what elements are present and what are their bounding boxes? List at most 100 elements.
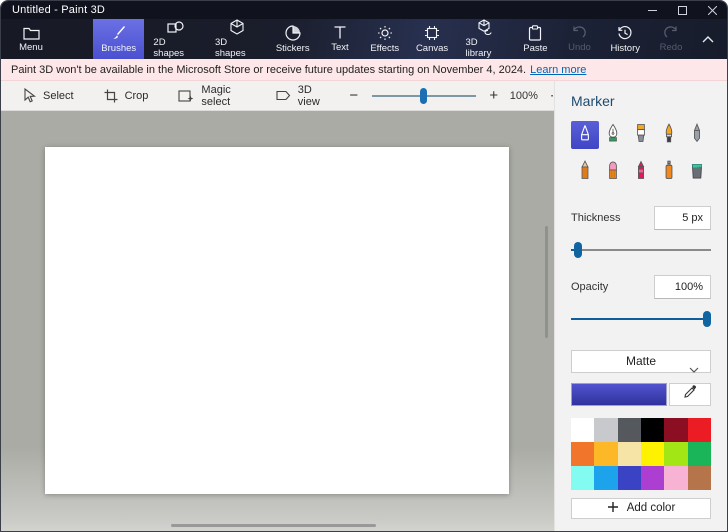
thickness-slider-handle[interactable] bbox=[574, 242, 582, 258]
zoom-in-button[interactable]: + bbox=[484, 87, 504, 104]
oil-brush-icon bbox=[630, 122, 652, 149]
palette-swatch[interactable] bbox=[688, 466, 711, 490]
tab-brushes[interactable]: Brushes bbox=[93, 19, 144, 59]
palette-swatch[interactable] bbox=[641, 466, 664, 490]
tab-stickers[interactable]: Stickers bbox=[268, 19, 318, 59]
maximize-button[interactable] bbox=[667, 1, 697, 19]
collapse-ribbon-button[interactable] bbox=[693, 19, 723, 59]
brush-watercolor[interactable] bbox=[655, 121, 683, 149]
paste-button[interactable]: Paste bbox=[513, 19, 557, 59]
palette-swatch[interactable] bbox=[618, 418, 641, 442]
3d-cube-icon bbox=[229, 19, 245, 35]
redo-arrow-icon bbox=[663, 25, 679, 40]
tab-canvas[interactable]: Canvas bbox=[408, 19, 457, 59]
brush-spray-can[interactable] bbox=[655, 158, 683, 186]
material-value: Matte bbox=[626, 354, 656, 368]
pixel-pen-icon bbox=[686, 122, 708, 149]
palette-swatch[interactable] bbox=[594, 466, 617, 490]
color-palette bbox=[571, 418, 711, 490]
add-color-label: Add color bbox=[627, 502, 676, 514]
titlebar: Untitled - Paint 3D bbox=[1, 1, 727, 19]
palette-swatch[interactable] bbox=[641, 418, 664, 442]
current-color-swatch[interactable] bbox=[571, 383, 667, 406]
tab-effects[interactable]: Effects bbox=[362, 19, 408, 59]
tool-label: Magic select bbox=[201, 84, 230, 108]
brushes-panel: Marker bbox=[554, 81, 727, 531]
vertical-scrollbar[interactable] bbox=[545, 226, 548, 338]
tab-label: Brushes bbox=[101, 43, 136, 54]
zoom-slider[interactable] bbox=[372, 88, 476, 104]
thickness-label: Thickness bbox=[571, 212, 621, 224]
3d-view-toggle[interactable]: 3D view bbox=[275, 84, 320, 108]
brush-pencil[interactable] bbox=[571, 158, 599, 186]
palette-swatch[interactable] bbox=[618, 442, 641, 466]
sun-icon bbox=[377, 25, 393, 41]
current-color-row bbox=[571, 383, 711, 406]
zoom-out-button[interactable]: − bbox=[344, 87, 364, 104]
tab-3d-shapes[interactable]: 3D shapes bbox=[206, 19, 268, 59]
chevron-down-icon bbox=[689, 362, 699, 376]
tab-label: Effects bbox=[370, 43, 399, 54]
brush-fill[interactable] bbox=[683, 158, 711, 186]
opacity-slider[interactable] bbox=[571, 311, 711, 324]
opacity-slider-handle[interactable] bbox=[703, 311, 711, 327]
palette-swatch[interactable] bbox=[664, 466, 687, 490]
palette-swatch[interactable] bbox=[618, 466, 641, 490]
plus-icon bbox=[607, 501, 619, 516]
brush-crayon[interactable] bbox=[627, 158, 655, 186]
spray-can-icon bbox=[658, 159, 680, 186]
brush-oil-brush[interactable] bbox=[627, 121, 655, 149]
palette-swatch[interactable] bbox=[688, 442, 711, 466]
top-toolbar: Menu Brushes 2D shapes 3D shapes bbox=[1, 19, 727, 59]
palette-swatch[interactable] bbox=[571, 418, 594, 442]
tab-label: Stickers bbox=[276, 43, 310, 54]
panel-title: Marker bbox=[571, 93, 711, 109]
zoom-slider-handle[interactable] bbox=[420, 88, 427, 104]
tool-label: Select bbox=[43, 90, 74, 102]
palette-swatch[interactable] bbox=[664, 442, 687, 466]
canvas-workspace bbox=[1, 111, 554, 531]
palette-swatch[interactable] bbox=[641, 442, 664, 466]
palette-swatch[interactable] bbox=[664, 418, 687, 442]
palette-swatch[interactable] bbox=[594, 418, 617, 442]
close-button[interactable] bbox=[697, 1, 727, 19]
folder-icon bbox=[23, 26, 40, 40]
palette-swatch[interactable] bbox=[594, 442, 617, 466]
tab-2d-shapes[interactable]: 2D shapes bbox=[144, 19, 206, 59]
thickness-slider-track bbox=[571, 249, 711, 251]
thickness-row: Thickness 5 px bbox=[571, 206, 711, 230]
eyedropper-button[interactable] bbox=[669, 383, 711, 406]
brush-eraser[interactable] bbox=[599, 158, 627, 186]
3d-library-icon bbox=[476, 19, 493, 35]
minimize-button[interactable] bbox=[637, 1, 667, 19]
thickness-input[interactable]: 5 px bbox=[654, 206, 711, 230]
sticker-icon bbox=[285, 25, 301, 41]
tab-text[interactable]: Text bbox=[318, 19, 362, 59]
canvas-frame-icon bbox=[424, 25, 440, 41]
crayon-icon bbox=[630, 159, 652, 186]
ribbon-tabs: Brushes 2D shapes 3D shapes Stickers bbox=[93, 19, 513, 59]
undo-button[interactable]: Undo bbox=[557, 19, 601, 59]
select-tool[interactable]: Select bbox=[23, 88, 74, 103]
palette-swatch[interactable] bbox=[688, 418, 711, 442]
tab-3d-library[interactable]: 3D library bbox=[456, 19, 513, 59]
menu-button[interactable]: Menu bbox=[5, 19, 57, 59]
history-button[interactable]: History bbox=[601, 19, 649, 59]
palette-swatch[interactable] bbox=[571, 466, 594, 490]
cursor-icon bbox=[23, 88, 36, 103]
redo-button[interactable]: Redo bbox=[649, 19, 693, 59]
window-controls bbox=[637, 1, 727, 19]
add-color-button[interactable]: Add color bbox=[571, 498, 711, 519]
brush-calligraphy-pen[interactable] bbox=[599, 121, 627, 149]
learn-more-link[interactable]: Learn more bbox=[530, 64, 586, 76]
opacity-input[interactable]: 100% bbox=[654, 275, 711, 299]
magic-select-tool[interactable]: Magic select bbox=[178, 84, 230, 108]
palette-swatch[interactable] bbox=[571, 442, 594, 466]
drawing-canvas[interactable] bbox=[45, 147, 509, 494]
brush-marker[interactable] bbox=[571, 121, 599, 149]
material-dropdown[interactable]: Matte bbox=[571, 350, 711, 373]
brush-pixel-pen[interactable] bbox=[683, 121, 711, 149]
thickness-slider[interactable] bbox=[571, 242, 711, 255]
crop-tool[interactable]: Crop bbox=[104, 89, 149, 103]
horizontal-scrollbar[interactable] bbox=[171, 524, 376, 527]
